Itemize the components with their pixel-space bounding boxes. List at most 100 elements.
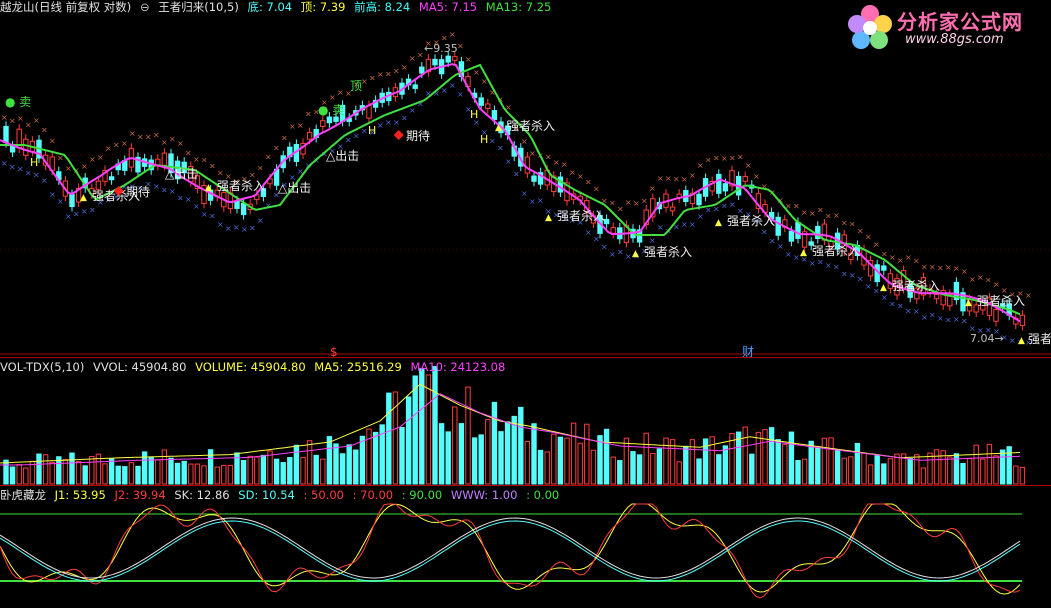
buy-signal-icon: ▲ [800, 248, 807, 258]
resistance-mark: × [273, 143, 280, 152]
resistance-mark: × [745, 161, 752, 170]
volume-bar [174, 462, 181, 485]
support-mark: × [361, 126, 368, 135]
resistance-mark: × [969, 275, 976, 284]
volume-bar [544, 451, 550, 485]
volume-bar [656, 448, 663, 485]
support-mark: × [89, 206, 96, 215]
candle-body [993, 308, 999, 322]
volume-bar [438, 423, 445, 485]
support-mark: × [401, 113, 408, 122]
resistance-mark: × [1, 113, 8, 122]
volume-bar [69, 452, 75, 485]
volume-bar [861, 452, 867, 485]
strong-kill-label: 强者杀入 [644, 244, 692, 259]
resistance-mark: × [841, 218, 848, 227]
resistance-mark: × [905, 253, 912, 262]
support-mark: × [769, 237, 776, 246]
candle-body [722, 183, 729, 192]
volume-bar [603, 428, 610, 485]
stock-title: 越龙山(日线 前复权 对数) [0, 0, 132, 14]
support-mark: × [825, 261, 832, 270]
candle-body [452, 56, 458, 61]
resistance-mark: × [633, 199, 640, 208]
support-mark: × [169, 187, 176, 196]
volume-bar [683, 445, 689, 485]
resistance-mark: × [801, 208, 808, 217]
oscillator-pane[interactable]: 卧虎藏龙 J1: 53.95 J2: 39.94 SK: 12.86 SD: 1… [0, 486, 1051, 608]
resistance-mark: × [881, 249, 888, 258]
candle-body [669, 206, 676, 212]
volume-bar [775, 439, 781, 485]
price-header: 越龙山(日线 前复权 对数) ⊖ 王者归来(10,5) 底: 7.04 顶: 7… [0, 0, 556, 14]
volume-bar [1013, 465, 1019, 485]
support-mark: × [897, 301, 904, 310]
resistance-mark: × [721, 154, 728, 163]
support-mark: × [193, 202, 200, 211]
resistance-mark: × [713, 153, 720, 162]
resistance-mark: × [993, 280, 1000, 289]
support-mark: × [889, 300, 896, 309]
candle-body [610, 227, 616, 234]
volume-bar [834, 449, 841, 485]
volume-bar [650, 453, 656, 485]
volume-bar [168, 457, 174, 485]
resistance-mark: × [337, 88, 344, 97]
volume-bar [801, 458, 808, 485]
volume-bar [841, 457, 847, 485]
volume-bar [511, 415, 517, 485]
volume-chart[interactable] [0, 358, 1051, 486]
support-mark: × [177, 194, 184, 203]
volume-bar [914, 454, 920, 485]
volume-bar [155, 459, 161, 485]
candle-body [524, 156, 531, 174]
volume-bar [9, 466, 16, 485]
resistance-mark: × [857, 226, 864, 235]
candle-body [320, 120, 326, 127]
support-mark: × [393, 118, 400, 127]
volume-bar [716, 454, 722, 485]
resistance-mark: × [25, 121, 32, 130]
resistance-mark: × [17, 114, 24, 123]
support-mark: × [209, 211, 216, 220]
volume-bar [762, 429, 768, 485]
resistance-mark: × [817, 206, 824, 215]
resistance-mark: × [281, 133, 288, 142]
resistance-mark: × [889, 253, 896, 262]
resistance-mark: × [161, 138, 168, 147]
support-mark: × [497, 143, 504, 152]
volume-bar [927, 452, 933, 485]
price-chart[interactable]: ××××××××××××××××××××××××××××××××××××××××… [0, 0, 1051, 358]
volume-bar [610, 456, 616, 485]
volume-bar [993, 455, 999, 485]
oscillator-name[interactable]: 卧虎藏龙 [0, 488, 46, 502]
volume-bar [1019, 466, 1026, 485]
volume-bar [333, 443, 339, 485]
candle-body [603, 218, 610, 225]
support-mark: × [377, 121, 384, 130]
candle-body [326, 116, 333, 124]
volume-bar [557, 436, 564, 485]
volume-indicator-name[interactable]: VOL-TDX(5,10) [0, 360, 84, 374]
volume-bar [148, 456, 154, 485]
volume-bar [458, 423, 465, 485]
level-90: : 90.00 [401, 488, 443, 502]
volume-bar [240, 459, 247, 485]
indicator-name[interactable]: 王者归来(10,5) [158, 0, 239, 14]
price-chart-pane[interactable]: × × × × × × × × × × × × × × × × × × × × × × × × × × × × × × × × × × × × × × × ×… [0, 0, 1051, 358]
resistance-mark: × [545, 152, 552, 161]
sd-value: SD: 10.54 [238, 488, 295, 502]
candle-body [23, 138, 29, 156]
candle-body [3, 125, 9, 144]
logo-title: 分析家公式网 [897, 10, 1023, 34]
strong-kill-label: 强者杀入 [557, 208, 605, 223]
oscillator-chart[interactable] [0, 486, 1051, 608]
support-mark: × [65, 212, 72, 221]
buy-signal-icon: ▲ [545, 213, 552, 223]
strong-kill-label: 强者杀入 [812, 243, 860, 258]
indicator-toggle-icon[interactable]: ⊖ [140, 0, 150, 14]
volume-pane[interactable]: VOL-TDX(5,10) VVOL: 45904.80 VOLUME: 459… [0, 358, 1051, 486]
candle-body [333, 116, 339, 122]
volume-bar [643, 432, 649, 485]
resistance-mark: × [665, 174, 672, 183]
